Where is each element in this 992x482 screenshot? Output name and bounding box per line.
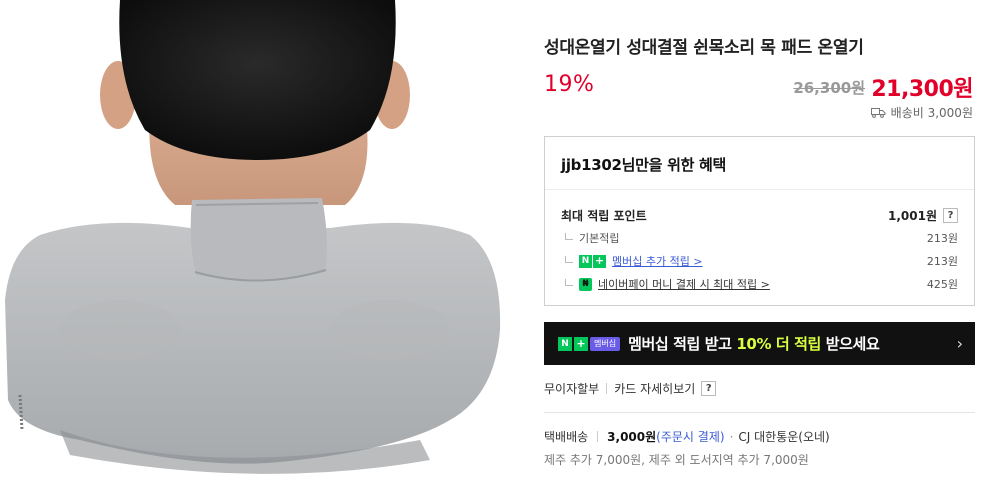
basic-points-label: 기본적립 [579,232,620,245]
delivery-extra-fee: 제주 추가 7,000원, 제주 외 도서지역 추가 7,000원 [544,453,809,467]
product-image [0,0,513,482]
divider [597,431,599,442]
naverpay-icon: ₦ [579,277,592,291]
delivery-row: 택배배송 3,000원 (주문시 결제) · CJ 대한통운(오네) [544,428,830,445]
courier-name: CJ 대한통운(오네) [738,430,830,444]
banner-badges: N + 멤버십 [558,336,621,351]
max-points-label: 최대 적립 포인트 [561,209,647,223]
original-price: 26,300원 [793,79,865,97]
naverpay-points-link[interactable]: 네이버페이 머니 결제 시 최대 적립 > [598,276,770,292]
product-title: 성대온열기 성대결절 쉰목소리 목 패드 온열기 [544,38,864,58]
tree-branch-icon [565,255,573,263]
plus-icon: + [593,253,606,268]
membership-banner-button[interactable]: N + 멤버십 멤버십 적립 받고 10% 더 적립 받으세요 › [544,322,975,365]
sale-price: 21,300원 [871,77,973,102]
naver-n-icon: N [579,254,592,268]
shipping-fee: 배송비 3,000원 [870,104,973,121]
tree-branch-icon [565,278,573,286]
question-icon[interactable]: ? [701,381,717,396]
membership-points-row: N + 멤버십 추가 적립 > 213원 [565,253,958,269]
membership-points-link[interactable]: 멤버십 추가 적립 > [612,253,703,269]
tree-branch-icon [565,232,573,240]
question-icon[interactable]: ? [943,208,958,223]
section-divider [544,412,975,413]
banner-text-before: 멤버십 적립 받고 [628,335,737,353]
basic-points-value: 213원 [926,232,958,245]
card-info-row: 무이자할부 카드 자세히보기 ? [544,380,717,397]
banner-text: 멤버십 적립 받고 10% 더 적립 받으세요 [628,333,957,354]
card-details-link[interactable]: 카드 자세히보기 [614,380,695,397]
product-photo [0,0,513,482]
delivery-method: 택배배송 [544,430,589,444]
delivery-fee: 3,000원 [607,430,657,444]
plus-icon: + [574,336,588,351]
delivery-condition: (주문시 결제) [656,430,725,444]
discount-rate: 19% [544,72,595,97]
membership-badge: 멤버십 [590,336,621,351]
installment-link[interactable]: 무이자할부 [544,380,599,397]
membership-points-value: 213원 [926,255,958,268]
banner-text-after: 받으세요 [820,335,880,353]
divider [606,383,608,394]
max-points-value: 1,001원 [888,209,937,223]
naverpay-points-row: ₦ 네이버페이 머니 결제 시 최대 적립 > 425원 [565,276,958,292]
naver-n-icon: N [558,336,572,351]
dot-separator: · [729,429,734,444]
shipping-fee-text: 배송비 3,000원 [890,106,973,120]
basic-points-row: 기본적립 213원 [565,230,958,246]
truck-icon [870,108,886,118]
benefit-box: jjb1302님만을 위한 혜택 최대 적립 포인트 1,001원 ? 기본적립… [544,136,975,306]
benefit-heading: jjb1302님만을 위한 혜택 [545,137,974,190]
max-points-row: 최대 적립 포인트 1,001원 ? [561,207,958,224]
naverpay-points-value: 425원 [926,278,958,291]
banner-text-highlight: 10% 더 적립 [736,335,821,353]
chevron-right-icon: › [956,334,963,353]
